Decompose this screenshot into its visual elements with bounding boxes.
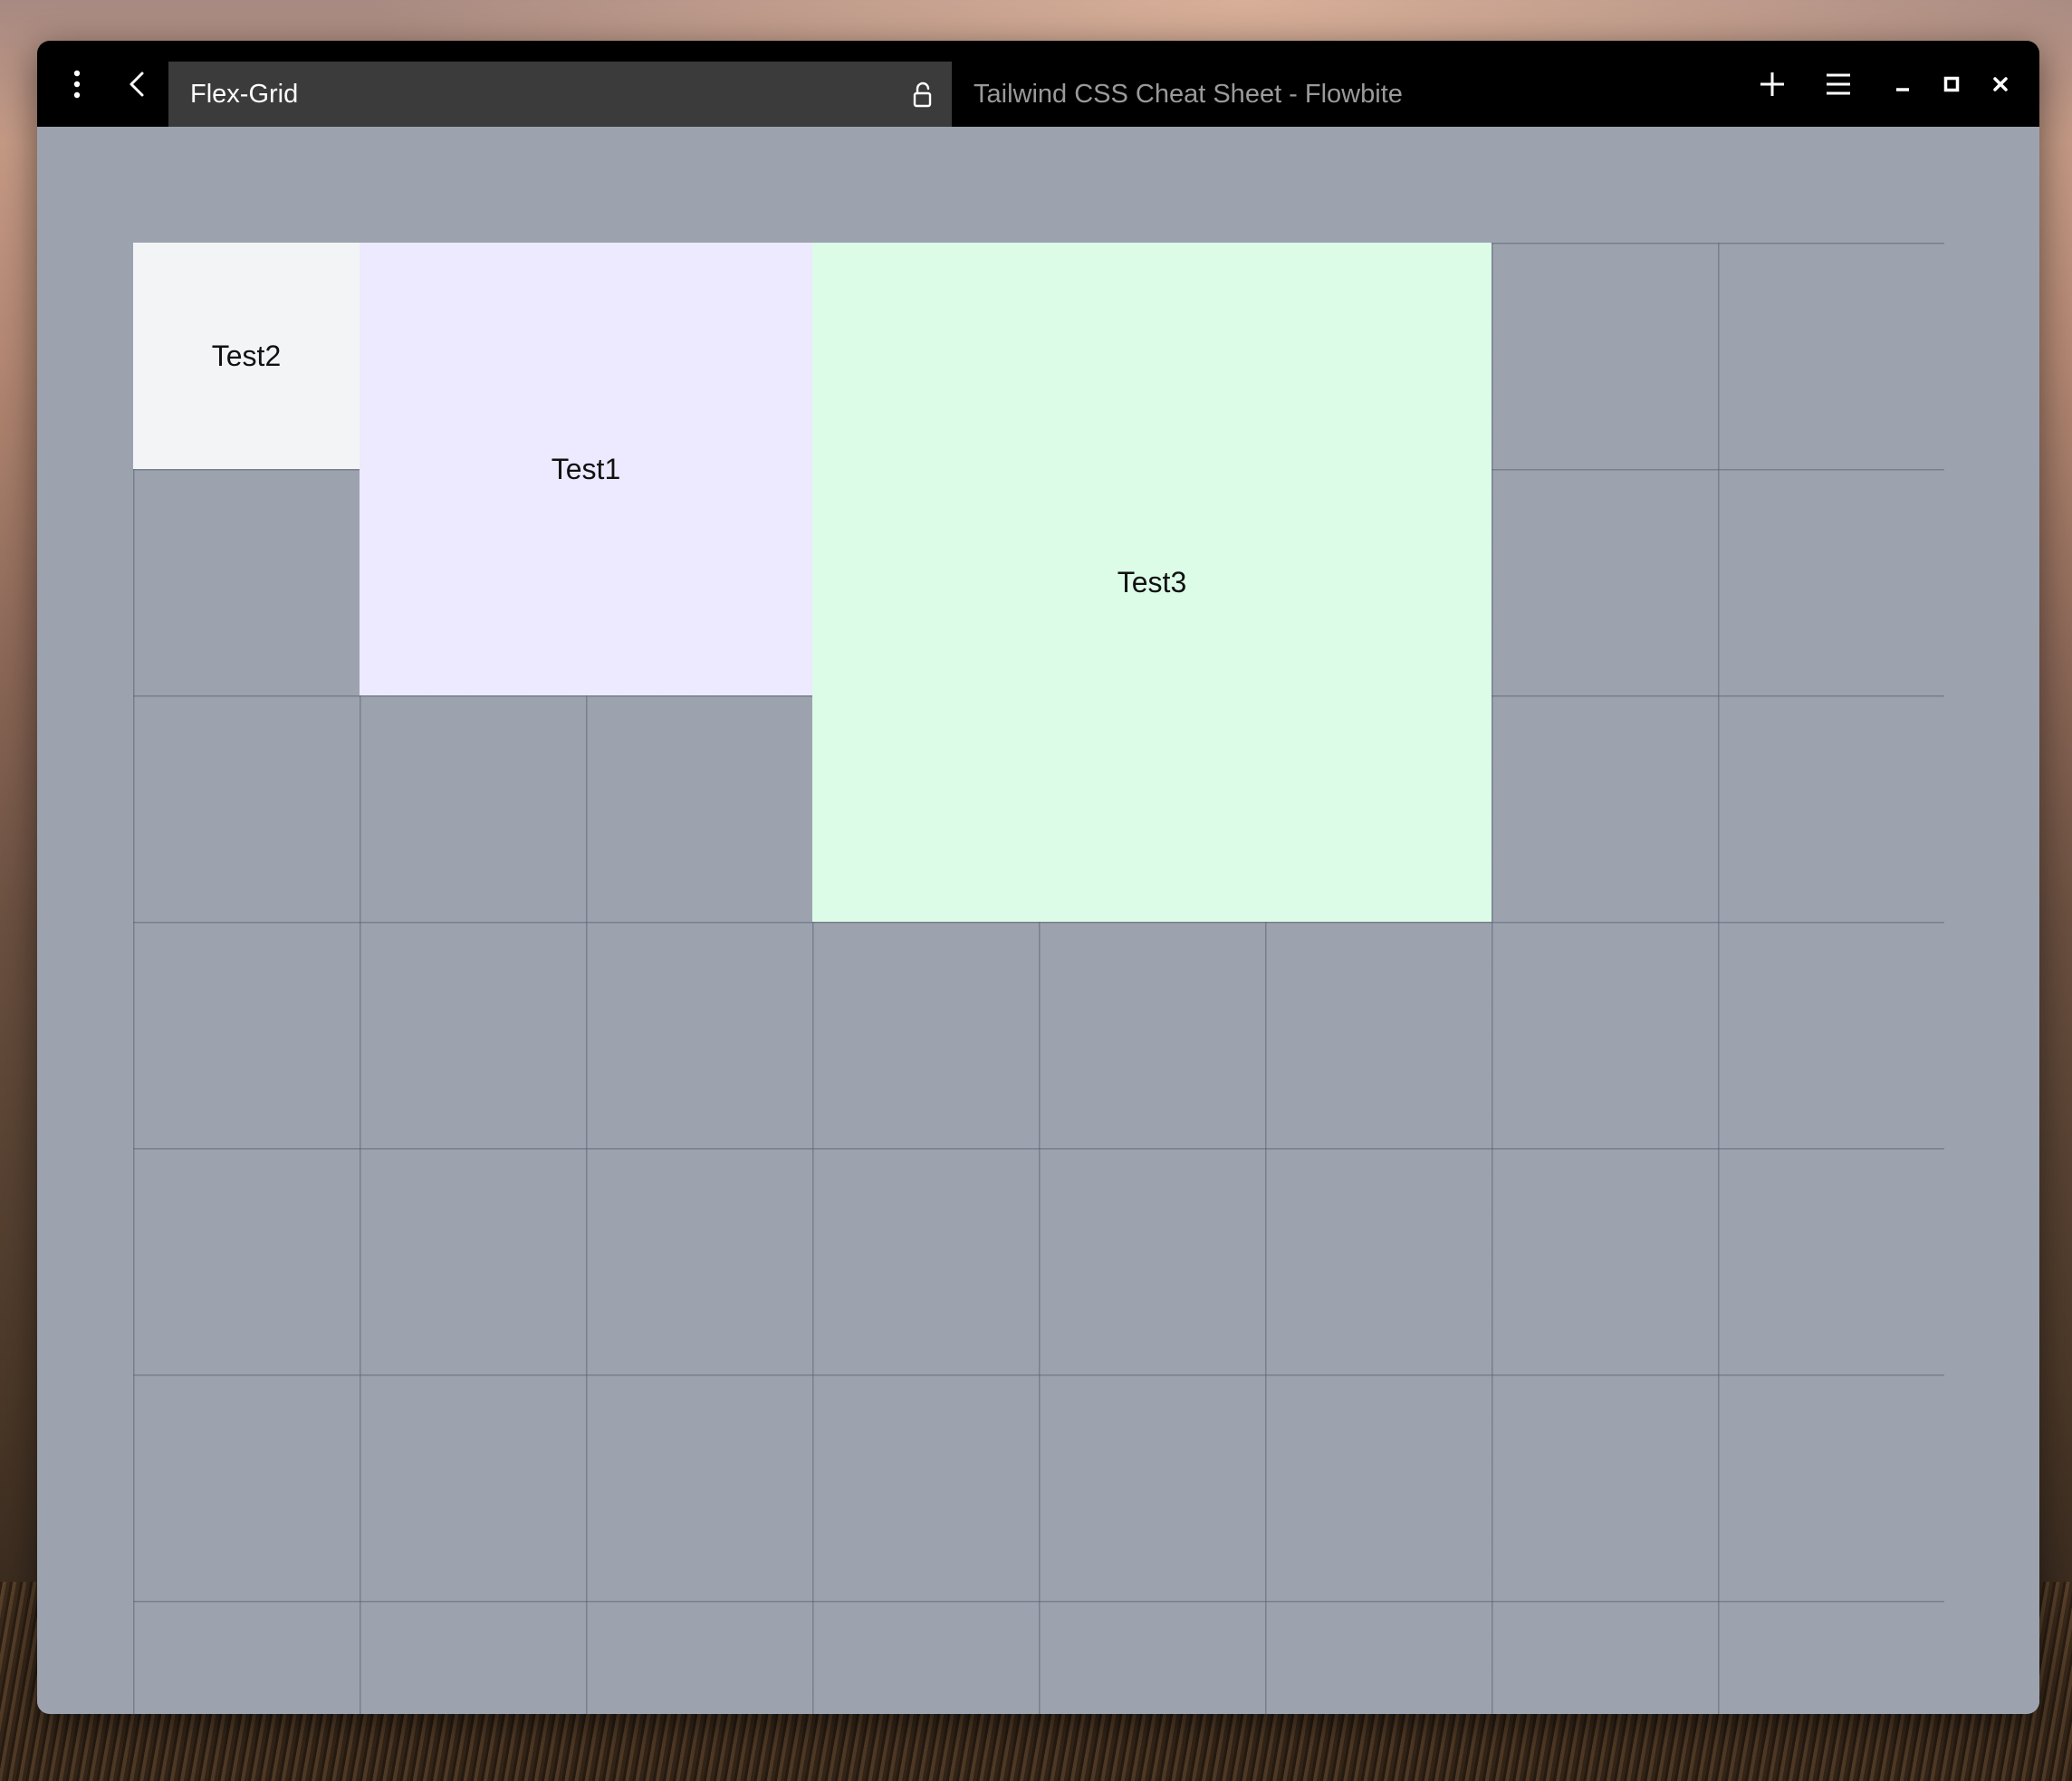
cell-label: Test3 (1117, 565, 1187, 598)
chevron-left-icon[interactable] (115, 41, 158, 127)
tab-flex-grid[interactable]: Flex-Grid (168, 62, 952, 127)
page-content: Test2 Test1 Test3 (37, 127, 2039, 1714)
vertical-dots-icon[interactable] (55, 41, 99, 127)
title-bar: Flex-Grid Tailwind CSS Cheat Sheet - Flo… (37, 41, 2039, 127)
grid-cell-test2: Test2 (133, 243, 360, 469)
plus-icon[interactable] (1749, 41, 1796, 127)
cell-label: Test1 (551, 452, 621, 485)
maximize-icon[interactable] (1932, 41, 1971, 127)
hamburger-menu-icon[interactable] (1815, 41, 1862, 127)
browser-window: Flex-Grid Tailwind CSS Cheat Sheet - Flo… (37, 41, 2039, 1714)
grid-cell-test1: Test1 (360, 243, 812, 695)
grid-cell-test3: Test3 (812, 243, 1492, 922)
tab-title: Flex-Grid (190, 79, 299, 109)
lock-open-icon[interactable] (910, 81, 935, 109)
tab-title: Tailwind CSS Cheat Sheet - Flowbite (974, 79, 1403, 109)
tab-tailwind-cheat-sheet[interactable]: Tailwind CSS Cheat Sheet - Flowbite (952, 62, 1722, 127)
minimize-icon[interactable] (1883, 41, 1923, 127)
close-icon[interactable] (1981, 41, 2020, 127)
cell-label: Test2 (211, 339, 282, 372)
